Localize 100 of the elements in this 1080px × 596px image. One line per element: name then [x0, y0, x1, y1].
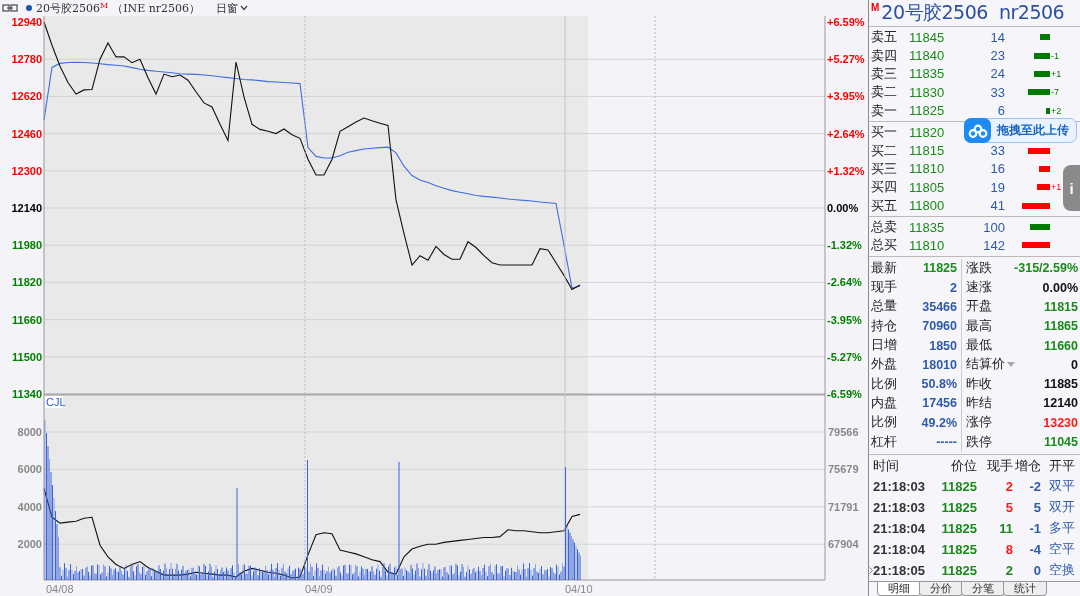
- stat-value: 50.8%: [920, 377, 958, 392]
- order-volume: 16: [989, 161, 1005, 177]
- order-volume: 14: [989, 29, 1005, 45]
- open-interest-axis-label: 79566: [828, 426, 859, 438]
- trade-time: 21:18:04: [873, 541, 927, 557]
- price-axis-label: 12460: [11, 127, 42, 140]
- order-level-label: 买四: [870, 178, 898, 197]
- order-price: 11800: [909, 198, 946, 214]
- stat-value: 13230: [1042, 415, 1079, 430]
- volume-change: +2: [1051, 105, 1062, 116]
- stat-label: 持仓: [870, 317, 898, 335]
- stat-value: 1850: [928, 338, 958, 353]
- price-axis-label: 12780: [11, 53, 42, 66]
- stat-label: 结算价: [966, 356, 1005, 374]
- trade-time: 21:18:05: [873, 562, 927, 578]
- stat-value: 11045: [1042, 435, 1079, 449]
- stat-label: 日增: [870, 337, 898, 354]
- order-level-label: 买五: [870, 196, 898, 215]
- order-price: 11830: [909, 84, 946, 100]
- market-label: M: [871, 2, 880, 13]
- trade-volume: 11: [998, 520, 1013, 536]
- percent-axis-label: +6.59%: [827, 16, 865, 28]
- price-axis-label: 12620: [11, 90, 42, 103]
- stat-label: 最高: [966, 317, 992, 335]
- panel-tab[interactable]: 明细: [877, 581, 921, 596]
- price-axis-label: 11820: [12, 276, 42, 289]
- column-header: 价位: [950, 457, 977, 476]
- stat-label: 总量: [870, 298, 898, 316]
- percent-axis-label: 0.00%: [827, 202, 859, 214]
- trade-time: 21:18:03: [873, 478, 927, 494]
- stat-label: 最新: [870, 259, 898, 277]
- stat-value: 35466: [921, 299, 958, 314]
- order-volume: 33: [989, 84, 1005, 100]
- order-volume: 33: [989, 143, 1005, 159]
- stat-label: 杠杆: [870, 433, 898, 451]
- order-volume: 6: [996, 103, 1005, 119]
- stat-value: 70960: [921, 319, 958, 334]
- trade-price: 11825: [940, 541, 977, 557]
- column-header: 增仓: [1014, 457, 1041, 476]
- price-axis-label: 12940: [11, 16, 42, 29]
- volume-change: +1: [1051, 182, 1062, 193]
- percent-axis-label: +5.27%: [827, 53, 865, 66]
- trade-volume: 5: [1004, 499, 1013, 515]
- stat-value: 0.00%: [1041, 280, 1079, 295]
- order-volume: 19: [989, 179, 1005, 195]
- percent-axis-label: -5.27%: [827, 350, 862, 363]
- order-price: 11825: [909, 103, 946, 119]
- trade-time: 21:18:03: [873, 499, 927, 515]
- order-level-label: 卖四: [870, 46, 898, 65]
- order-level-label: 买二: [870, 141, 898, 160]
- period-dropdown[interactable]: 日窗: [216, 0, 249, 16]
- price-axis-label: 11500: [12, 350, 42, 363]
- trade-volume: 8: [1004, 541, 1013, 557]
- percent-axis-label: -3.95%: [827, 313, 862, 326]
- panel-tab[interactable]: 统计: [1003, 581, 1047, 596]
- trade-volume: 2: [1004, 478, 1013, 494]
- order-level-label: 总买: [870, 236, 898, 255]
- panel-tab[interactable]: 分价: [919, 581, 963, 596]
- order-price: 11810: [909, 161, 946, 177]
- order-level-label: 卖二: [870, 83, 898, 102]
- status-dot: [26, 5, 32, 11]
- order-price: 11835: [909, 66, 946, 82]
- percent-axis-label: -6.59%: [827, 388, 862, 400]
- open-interest-change: -1: [1028, 520, 1041, 536]
- stat-label: 开盘: [966, 298, 992, 316]
- stat-value: 11865: [1042, 319, 1079, 334]
- trade-type: 空平: [1048, 540, 1076, 559]
- stat-value: 11815: [1042, 299, 1079, 314]
- percent-axis-label: +1.32%: [827, 164, 865, 177]
- trade-type: 多平: [1048, 519, 1076, 538]
- order-volume: 41: [989, 198, 1005, 214]
- stat-label: 昨收: [966, 375, 992, 393]
- date-label: 04/08: [46, 583, 74, 595]
- column-header: 时间: [872, 457, 900, 476]
- order-level-label: 买一: [870, 123, 898, 142]
- stat-label: 外盘: [870, 356, 898, 374]
- open-interest-axis-label: 71791: [828, 500, 859, 513]
- stat-value: 11825: [921, 261, 958, 276]
- stat-value: 12140: [1042, 396, 1079, 411]
- stat-label: 最低: [966, 337, 992, 354]
- symbol-name: 20号胶2506: [36, 0, 100, 16]
- volume-change: +1: [1051, 68, 1062, 79]
- price-axis-label: 12300: [11, 164, 42, 177]
- stat-label: 涨停: [966, 414, 992, 432]
- trade-type: 双开: [1048, 498, 1076, 517]
- date-label: 04/10: [565, 583, 593, 595]
- column-header: 开平: [1048, 457, 1076, 476]
- volume-axis-label: 8000: [17, 426, 42, 438]
- upload-button[interactable]: 拖拽至此上传: [964, 118, 1077, 143]
- order-price: 11840: [909, 48, 946, 64]
- order-price: 11810: [909, 238, 946, 253]
- trade-time: 21:18:04: [873, 520, 927, 536]
- cloud-icon: [967, 123, 988, 138]
- stat-value: 49.2%: [920, 415, 958, 430]
- panel-tab[interactable]: 分笔: [961, 581, 1005, 596]
- price-axis-label: 11980: [12, 239, 42, 252]
- percent-axis-label: +3.95%: [827, 90, 865, 103]
- stat-label: 比例: [870, 414, 898, 432]
- order-price: 11835: [909, 219, 946, 235]
- order-volume: 23: [989, 48, 1005, 64]
